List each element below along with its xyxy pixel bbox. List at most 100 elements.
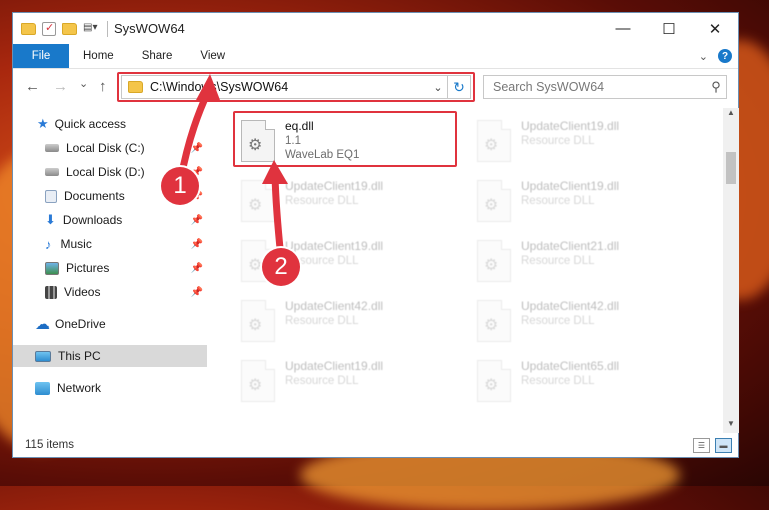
large-icons-view-icon[interactable]: ▬: [715, 437, 732, 453]
vertical-scrollbar[interactable]: ▲ ▼: [723, 108, 739, 433]
scroll-down-icon[interactable]: ▼: [723, 419, 739, 433]
file-name: UpdateClient19.dll: [285, 239, 384, 253]
file-item[interactable]: ⚙ UpdateClient21.dll Resource DLL: [471, 236, 701, 291]
cloud-icon: ☁: [35, 316, 50, 333]
gear-icon: ⚙: [248, 317, 263, 334]
file-description: Resource DLL: [521, 255, 595, 267]
file-item[interactable]: ⚙ UpdateClient19.dll Resource DLL: [471, 116, 701, 171]
address-bar[interactable]: C:\Windows\SysWOW64 ⌄ ↻: [121, 75, 471, 99]
gear-icon: ⚙: [484, 137, 499, 154]
file-item-eq-dll[interactable]: ⚙ eq.dll 1.1 WaveLab EQ1: [235, 116, 465, 171]
scroll-up-icon[interactable]: ▲: [723, 108, 739, 122]
ribbon-tabs: File Home Share View ⌄ ?: [13, 44, 738, 68]
customize-toolbar-icon[interactable]: ▤▾: [83, 22, 101, 36]
file-item[interactable]: ⚙ UpdateClient42.dll Resource DLL: [235, 296, 465, 351]
tab-view[interactable]: View: [186, 44, 239, 68]
document-icon: [45, 189, 57, 203]
file-name: eq.dll: [285, 119, 314, 133]
sidebar-item-this-pc[interactable]: This PC: [13, 345, 207, 367]
folder-icon: [128, 81, 143, 93]
gear-icon: ⚙: [484, 377, 499, 394]
tab-file[interactable]: File: [13, 44, 69, 68]
title-bar: ✓ ▤▾ SysWOW64 — ☐ ✕: [13, 13, 738, 44]
pin-icon[interactable]: 📌: [191, 287, 203, 298]
file-description: WaveLab EQ1: [285, 149, 360, 161]
file-item[interactable]: ⚙ UpdateClient65.dll Resource DLL: [471, 356, 701, 411]
sidebar-item-local-disk-c[interactable]: Local Disk (C:) 📌: [13, 137, 207, 159]
scroll-thumb[interactable]: [726, 152, 736, 184]
dll-file-icon: ⚙: [477, 360, 511, 402]
file-name: UpdateClient19.dll: [521, 179, 620, 193]
video-icon: [45, 285, 57, 299]
dll-file-icon: ⚙: [241, 180, 275, 222]
network-icon: [35, 381, 50, 395]
minimize-button[interactable]: —: [600, 13, 646, 44]
star-icon: ★: [37, 116, 49, 131]
dll-file-icon: ⚙: [477, 240, 511, 282]
help-icon[interactable]: ?: [718, 49, 732, 63]
file-description: Resource DLL: [285, 195, 359, 207]
file-item[interactable]: ⚙ UpdateClient19.dll Resource DLL: [235, 356, 465, 411]
navigation-pane: ★ Quick access Local Disk (C:) 📌 Local D…: [13, 108, 207, 433]
gear-icon: ⚙: [248, 197, 263, 214]
pin-icon[interactable]: 📌: [191, 263, 203, 274]
file-name: UpdateClient21.dll: [521, 239, 620, 253]
new-folder-icon[interactable]: [62, 22, 77, 35]
music-icon: ♪: [45, 236, 52, 252]
navigation-bar: ← → ⌄ ↑ C:\Windows\SysWOW64 ⌄ ↻ Search S…: [13, 68, 738, 105]
properties-icon[interactable]: ✓: [42, 21, 56, 36]
sidebar-item-music[interactable]: ♪ Music 📌: [13, 233, 207, 255]
forward-button[interactable]: →: [53, 78, 68, 95]
search-box[interactable]: Search SysWOW64 ⚲: [483, 75, 727, 99]
folder-icon: [21, 22, 36, 35]
pin-icon[interactable]: 📌: [191, 239, 203, 250]
file-name: UpdateClient65.dll: [521, 359, 620, 373]
file-description: Resource DLL: [521, 195, 595, 207]
item-count: 115 items: [25, 439, 75, 451]
tab-home[interactable]: Home: [69, 44, 128, 68]
file-description: Resource DLL: [521, 375, 595, 387]
dll-file-icon: ⚙: [477, 180, 511, 222]
dll-file-icon: ⚙: [241, 120, 275, 162]
drive-icon: [45, 144, 59, 152]
close-button[interactable]: ✕: [692, 13, 738, 44]
status-bar: 115 items ☰ ▬: [13, 433, 738, 457]
recent-locations-button[interactable]: ⌄: [79, 77, 88, 90]
file-item[interactable]: ⚙ UpdateClient42.dll Resource DLL: [471, 296, 701, 351]
sidebar-item-network[interactable]: Network: [13, 377, 207, 399]
address-path[interactable]: C:\Windows\SysWOW64: [150, 80, 429, 94]
sidebar-item-quick-access[interactable]: ★ Quick access: [13, 113, 207, 135]
address-dropdown-icon[interactable]: ⌄: [429, 81, 447, 94]
pin-icon[interactable]: 📌: [191, 143, 203, 154]
file-description: Resource DLL: [285, 315, 359, 327]
file-item[interactable]: ⚙ UpdateClient19.dll Resource DLL: [235, 176, 465, 231]
file-name: UpdateClient42.dll: [285, 299, 384, 313]
back-button[interactable]: ←: [25, 78, 40, 95]
sidebar-item-videos[interactable]: Videos 📌: [13, 281, 207, 303]
sidebar-item-downloads[interactable]: ⬇ Downloads 📌: [13, 209, 207, 231]
tab-share[interactable]: Share: [128, 44, 187, 68]
refresh-icon[interactable]: ↻: [447, 76, 470, 98]
sidebar-item-pictures[interactable]: Pictures 📌: [13, 257, 207, 279]
search-input[interactable]: Search SysWOW64: [484, 80, 706, 94]
file-name: UpdateClient19.dll: [285, 359, 384, 373]
file-description: Resource DLL: [521, 135, 595, 147]
up-button[interactable]: ↑: [99, 78, 107, 95]
file-item[interactable]: ⚙ UpdateClient19.dll Resource DLL: [471, 176, 701, 231]
details-view-icon[interactable]: ☰: [693, 437, 710, 453]
maximize-button[interactable]: ☐: [646, 13, 692, 44]
search-icon[interactable]: ⚲: [706, 79, 726, 95]
gear-icon: ⚙: [484, 197, 499, 214]
file-name: UpdateClient19.dll: [521, 119, 620, 133]
pin-icon[interactable]: 📌: [191, 215, 203, 226]
step-badge-2: 2: [262, 248, 300, 286]
gear-icon: ⚙: [248, 377, 263, 394]
chevron-down-icon[interactable]: ⌄: [699, 50, 708, 63]
gear-icon: ⚙: [484, 257, 499, 274]
step-badge-1: 1: [161, 167, 199, 205]
drive-icon: [45, 168, 59, 176]
quick-access-toolbar: ✓ ▤▾: [21, 21, 101, 36]
sidebar-item-onedrive[interactable]: ☁ OneDrive: [13, 313, 207, 335]
file-description: Resource DLL: [521, 315, 595, 327]
gear-icon: ⚙: [484, 317, 499, 334]
